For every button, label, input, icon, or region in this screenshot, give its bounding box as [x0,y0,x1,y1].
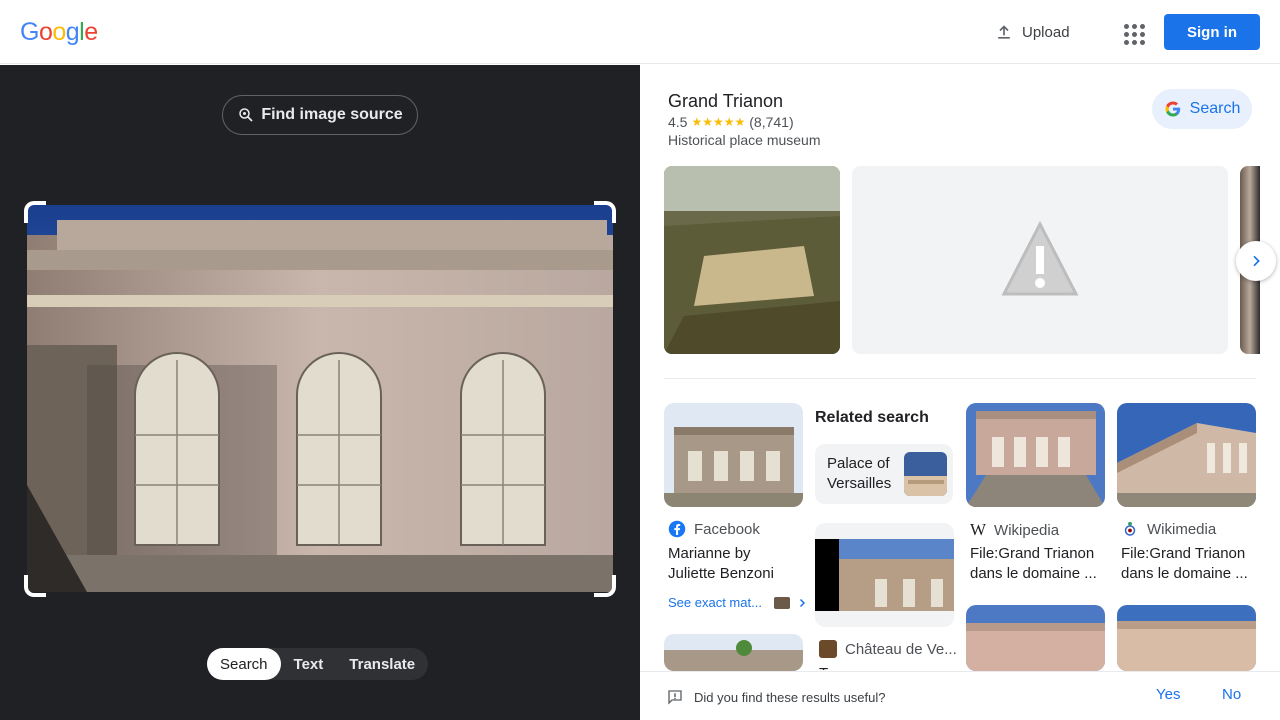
star-rating-icon: ★★★★★ [691,115,746,129]
lens-search-icon [239,108,253,122]
result-title[interactable]: T... [819,664,949,670]
feedback-no-button[interactable]: No [1222,686,1241,703]
find-image-source-button[interactable]: Find image source [222,95,418,135]
upload-label: Upload [1022,23,1070,41]
feedback-bar: Did you find these results useful? Yes N… [640,671,1280,720]
logo-letter: e [84,18,98,46]
next-images-button[interactable] [1236,241,1276,281]
rating-value: 4.5 [668,114,688,130]
entity-rating: 4.5 ★★★★★ (8,741) [668,114,794,130]
google-g-icon [1165,101,1180,117]
result-image[interactable] [1117,403,1256,507]
image-preview-pane: Find image source Search Text Translate [0,65,640,720]
entity-title[interactable]: Grand Trianon [668,91,783,112]
result-source-label: Château de Ve... [845,640,957,658]
chateau-favicon-icon [819,640,837,658]
results-pane: Grand Trianon 4.5 ★★★★★ (8,741) Historic… [640,65,1280,720]
logo-letter: o [38,18,53,46]
result-title[interactable]: File:Grand Trianon dans le domaine ... [970,544,1102,584]
image-placeholder[interactable] [852,166,1228,354]
apps-grid-icon [1124,24,1129,29]
wikipedia-icon: W [970,520,987,539]
crop-handle-top-right[interactable] [594,201,616,223]
lens-mode-tabs: Search Text Translate [207,648,429,680]
broken-image-icon [1001,220,1079,296]
result-source[interactable]: Château de Ve... [819,640,957,658]
feedback-yes-button[interactable]: Yes [1156,686,1180,703]
result-source[interactable]: W Wikipedia [970,520,1059,540]
tab-translate[interactable]: Translate [336,648,428,680]
result-image[interactable] [966,403,1105,507]
result-image[interactable] [1117,605,1256,671]
upload-icon [998,25,1010,39]
related-search-thumbnail [904,452,947,496]
wikimedia-icon [1124,521,1136,536]
crop-handle-top-left[interactable] [24,201,46,223]
chevron-right-icon [799,598,805,607]
result-image[interactable] [664,403,803,507]
chevron-right-icon [1253,255,1260,267]
result-source-label: Wikimedia [1147,520,1217,538]
result-source-label: Wikipedia [994,521,1060,539]
result-title[interactable]: File:Grand Trianon dans le domaine ... [1121,544,1253,584]
result-source[interactable]: Facebook [668,520,760,538]
related-search-heading: Related search [815,409,929,426]
google-logo[interactable]: Google [20,18,98,47]
see-exact-label: See exact mat... [668,595,762,610]
find-image-source-label: Find image source [261,106,403,123]
entity-search-button[interactable]: Search [1152,89,1252,129]
related-search-label: Palace of Versailles [827,455,892,492]
tab-text[interactable]: Text [281,648,337,680]
google-apps-button[interactable] [1116,16,1148,48]
entity-type: Historical place museum [668,132,821,148]
result-image[interactable] [664,634,803,671]
logo-letter: G [20,18,39,46]
thumbnail-icon [773,596,790,609]
entity-image[interactable] [664,166,840,354]
crop-handle-bottom-left[interactable] [24,575,46,597]
uploaded-image [27,205,613,592]
logo-letter: o [52,18,66,46]
crop-handle-bottom-right[interactable] [594,575,616,597]
tab-search[interactable]: Search [207,648,281,680]
result-image[interactable] [966,605,1105,671]
result-source[interactable]: Wikimedia [1121,520,1216,538]
feedback-icon [668,690,682,705]
divider [664,378,1256,379]
entity-search-label: Search [1189,100,1241,117]
result-source-label: Facebook [694,520,760,538]
top-bar: Google Upload Sign in [0,0,1280,64]
related-search-chip[interactable]: Palace of Versailles [815,444,953,504]
see-exact-matches-link[interactable]: See exact mat... [668,595,808,610]
facebook-icon [668,520,686,538]
feedback-question: Did you find these results useful? [666,688,886,706]
upload-button[interactable]: Upload [984,16,1080,48]
sign-in-button[interactable]: Sign in [1164,14,1260,50]
review-count: (8,741) [749,114,794,130]
feedback-question-label: Did you find these results useful? [694,689,886,705]
result-image[interactable] [815,523,954,627]
logo-letter: g [65,18,80,46]
result-title[interactable]: Marianne by Juliette Benzoni [668,544,798,584]
